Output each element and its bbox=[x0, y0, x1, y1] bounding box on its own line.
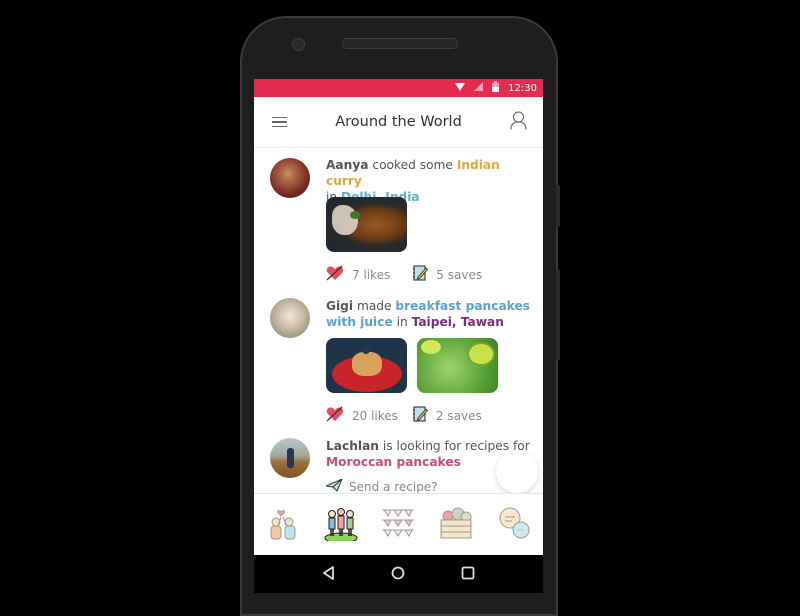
feed-item-text: Gigi made breakfast pancakes with juice … bbox=[326, 298, 538, 330]
home-button[interactable] bbox=[391, 565, 405, 584]
notebook-pencil-icon bbox=[412, 265, 429, 284]
saves-button[interactable]: 5 saves bbox=[412, 265, 482, 284]
engagement-stats: 7 likes 5 saves bbox=[326, 265, 482, 284]
likes-button[interactable]: 20 likes bbox=[326, 406, 398, 425]
friends-tab[interactable] bbox=[263, 505, 303, 545]
messages-tab[interactable] bbox=[494, 505, 534, 545]
clock: 12:30 bbox=[508, 82, 537, 94]
dish-link[interactable]: breakfast pancakes bbox=[395, 299, 530, 313]
send-recipe-label[interactable]: Send a recipe? bbox=[349, 480, 438, 494]
user-profile-icon[interactable] bbox=[510, 110, 527, 134]
system-navigation-bar bbox=[254, 555, 543, 593]
power-button bbox=[556, 185, 560, 227]
recents-button[interactable] bbox=[461, 565, 475, 584]
user-name[interactable]: Lachlan bbox=[326, 439, 379, 453]
likes-count: 7 likes bbox=[352, 267, 391, 282]
avatar-lachlan[interactable] bbox=[270, 438, 310, 478]
notebook-pencil-icon bbox=[412, 406, 429, 425]
dish-link[interactable]: Moroccan pancakes bbox=[326, 455, 461, 469]
app-bar: Around the World bbox=[254, 97, 543, 148]
avatar-gigi[interactable] bbox=[270, 298, 310, 338]
hamburger-menu-icon[interactable] bbox=[272, 116, 287, 128]
bunting-flags-icon bbox=[381, 507, 415, 543]
friends-high-five-icon bbox=[266, 506, 300, 544]
bottom-navigation bbox=[254, 493, 543, 555]
events-tab[interactable] bbox=[378, 505, 418, 545]
wifi-icon bbox=[455, 82, 466, 94]
feed-item: Gigi made breakfast pancakes with juice … bbox=[254, 289, 543, 429]
chat-bubbles-icon bbox=[496, 506, 532, 544]
user-name[interactable]: Aanya bbox=[326, 158, 369, 172]
place-link[interactable]: Taipei, Tawan bbox=[412, 315, 504, 329]
indian-curry-photo[interactable] bbox=[326, 197, 407, 252]
feed-item: Aanya cooked some Indian curry in Delhi,… bbox=[254, 148, 543, 289]
saves-count: 2 saves bbox=[435, 408, 482, 423]
saves-count: 5 saves bbox=[436, 267, 483, 282]
community-tab[interactable] bbox=[321, 505, 361, 545]
dish-link-continued[interactable]: with juice bbox=[326, 315, 393, 329]
pancakes-photo[interactable] bbox=[326, 338, 407, 393]
app-screen: 12:30 Around the World Aanya cooked some… bbox=[254, 79, 543, 555]
people-group-icon bbox=[322, 505, 360, 545]
likes-button[interactable]: 7 likes bbox=[326, 265, 390, 284]
connector-text: in bbox=[392, 315, 412, 329]
activity-verb: cooked some bbox=[368, 158, 457, 172]
heart-arrow-icon bbox=[326, 406, 344, 425]
front-camera bbox=[292, 38, 305, 51]
user-name[interactable]: Gigi bbox=[326, 299, 353, 313]
kiwi-juice-photo[interactable] bbox=[417, 338, 498, 393]
avatar-aanya[interactable] bbox=[270, 158, 310, 198]
vegetable-crate-icon bbox=[438, 506, 474, 544]
volume-button bbox=[556, 270, 560, 360]
battery-icon bbox=[492, 81, 500, 95]
engagement-stats: 20 likes 2 saves bbox=[326, 406, 482, 425]
page-title: Around the World bbox=[335, 114, 462, 130]
activity-verb: is looking for recipes for bbox=[378, 439, 530, 453]
signal-icon bbox=[474, 82, 484, 94]
groceries-tab[interactable] bbox=[436, 505, 476, 545]
back-button[interactable] bbox=[322, 565, 336, 584]
earpiece-speaker bbox=[342, 38, 458, 49]
likes-count: 20 likes bbox=[352, 408, 398, 423]
saves-button[interactable]: 2 saves bbox=[412, 406, 482, 425]
heart-arrow-icon bbox=[326, 265, 344, 284]
floating-action-button[interactable] bbox=[496, 451, 538, 493]
status-bar: 12:30 bbox=[254, 79, 543, 97]
activity-verb: made bbox=[353, 299, 396, 313]
